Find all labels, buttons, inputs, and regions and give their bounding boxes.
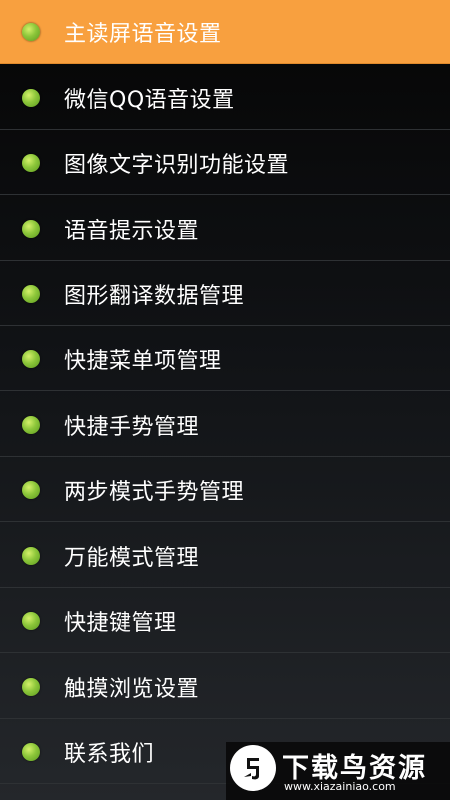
green-dot-icon (22, 611, 40, 630)
menu-item-touch-browse[interactable]: 触摸浏览设置 (0, 655, 450, 719)
bird-logo-icon (230, 745, 276, 791)
menu-item-universal-mode[interactable]: 万能模式管理 (0, 524, 450, 588)
menu-item-two-step-gesture[interactable]: 两步模式手势管理 (0, 458, 450, 522)
green-dot-icon (22, 284, 40, 303)
menu-item-label: 联系我们 (64, 741, 155, 767)
green-dot-icon (22, 415, 40, 434)
menu-item-label: 图形翻译数据管理 (64, 283, 245, 309)
green-dot-icon (22, 22, 40, 41)
green-dot-icon (22, 480, 40, 499)
menu-item-label: 触摸浏览设置 (64, 676, 200, 702)
watermark-url: www.xiazainiao.com (284, 780, 396, 793)
green-dot-icon (22, 153, 40, 172)
menu-item-image-text-recognition[interactable]: 图像文字识别功能设置 (0, 131, 450, 195)
menu-item-label: 主读屏语音设置 (64, 21, 222, 47)
menu-item-label: 语音提示设置 (64, 218, 200, 244)
green-dot-icon (22, 742, 40, 761)
menu-item-label: 两步模式手势管理 (64, 479, 245, 505)
menu-item-label: 微信QQ语音设置 (64, 87, 235, 113)
menu-item-wechat-qq-voice[interactable]: 微信QQ语音设置 (0, 66, 450, 130)
menu-item-label: 快捷菜单项管理 (64, 348, 222, 374)
menu-item-main-screen-reader-voice[interactable]: 主读屏语音设置 (0, 0, 450, 64)
menu-item-shortcut-gesture[interactable]: 快捷手势管理 (0, 393, 450, 457)
green-dot-icon (22, 677, 40, 696)
menu-item-label: 万能模式管理 (64, 545, 200, 571)
menu-item-label: 快捷手势管理 (64, 414, 200, 440)
menu-item-shortcut-key[interactable]: 快捷键管理 (0, 589, 450, 653)
green-dot-icon (22, 349, 40, 368)
menu-item-label: 图像文字识别功能设置 (64, 152, 290, 178)
site-watermark: 下载鸟资源 www.xiazainiao.com (226, 742, 450, 800)
green-dot-icon (22, 546, 40, 565)
menu-item-label: 快捷键管理 (64, 610, 177, 636)
menu-item-graphic-translation-data[interactable]: 图形翻译数据管理 (0, 262, 450, 326)
settings-menu: 主读屏语音设置 微信QQ语音设置 图像文字识别功能设置 语音提示设置 图形翻译数… (0, 0, 450, 800)
menu-item-voice-prompt[interactable]: 语音提示设置 (0, 197, 450, 261)
menu-item-shortcut-menu[interactable]: 快捷菜单项管理 (0, 327, 450, 391)
bird-logo-glyph (244, 758, 259, 780)
green-dot-icon (22, 88, 40, 107)
green-dot-icon (22, 219, 40, 238)
